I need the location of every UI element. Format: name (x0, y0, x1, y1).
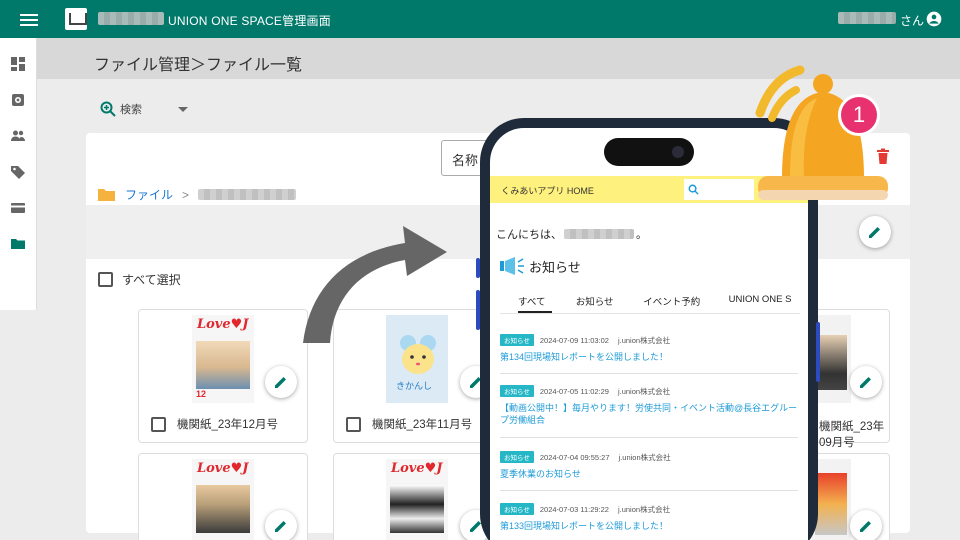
people-icon[interactable] (10, 128, 26, 144)
phone-side-button (476, 258, 480, 278)
redacted-member-name (564, 229, 634, 239)
page-title: ファイル管理＞ファイル一覧 (94, 57, 303, 74)
news-item[interactable]: お知らせ 2024-07-03 11:29:22 j.union株式会社 第133回… (500, 503, 798, 540)
phone-notch (604, 138, 694, 166)
file-name: 機関紙_23年09月号 (819, 421, 885, 449)
phone-tabs: すべて お知らせ イベント予約 UNION ONE S (500, 290, 800, 314)
magazine-logo: Love♥J (197, 461, 249, 476)
file-checkbox[interactable] (346, 416, 361, 432)
edit-button[interactable] (265, 510, 297, 540)
edit-button[interactable] (850, 510, 882, 540)
news-date: 2024-07-04 09:55:27 (539, 452, 610, 462)
bell-icon (755, 65, 888, 200)
news-item[interactable]: お知らせ 2024-07-05 11:02:29 j.union株式会社 【動画公開… (500, 385, 798, 438)
search-toggle[interactable]: 検索 (100, 101, 142, 117)
megaphone-icon (500, 257, 524, 275)
select-all-label: すべて選択 (122, 273, 181, 287)
edit-button[interactable] (265, 366, 297, 398)
tab-news[interactable]: お知らせ (576, 290, 620, 313)
file-thumbnail: Love♥J (192, 459, 254, 540)
redacted-org-name (98, 12, 164, 25)
phone-app-title: くみあいアプリ HOME (501, 186, 594, 196)
file-card[interactable]: Love♥J 12 機関紙_23年12月号 (138, 309, 308, 443)
account-icon[interactable] (926, 11, 942, 27)
news-date: 2024-07-09 11:03:02 (539, 335, 609, 345)
pencil-icon (860, 521, 871, 532)
pencil-icon (860, 377, 871, 388)
pencil-icon (275, 521, 286, 532)
tab-all[interactable]: すべて (518, 290, 552, 313)
menu-icon[interactable] (20, 11, 38, 27)
news-title-link[interactable]: 第134回現場知レポートを公開しました！ (500, 351, 798, 363)
news-date: 2024-07-03 11:29:22 (539, 504, 609, 514)
magazine-logo: Love♥J (391, 461, 443, 476)
news-source: j.union株式会社 (618, 452, 671, 462)
tab-event-booking[interactable]: イベント予約 (643, 290, 708, 313)
news-heading: お知らせ (500, 256, 581, 276)
news-title-link[interactable]: 第133回現場知レポートを公開しました！ (500, 520, 798, 532)
file-card-footer: 機関紙_23年12月号 (151, 416, 278, 432)
phone-side-button (816, 322, 820, 382)
breadcrumb: ファイル > (98, 186, 297, 203)
zoom-in-icon (100, 101, 116, 117)
news-item[interactable]: お知らせ 2024-07-09 11:03:02 j.union株式会社 第134回… (500, 334, 798, 374)
search-icon (688, 184, 699, 195)
card-icon[interactable] (10, 200, 26, 216)
news-badge: お知らせ (500, 451, 534, 463)
top-app-bar: UNION ONE SPACE管理画面 さん (0, 0, 960, 38)
file-thumbnail: Love♥J (386, 459, 448, 540)
file-card[interactable]: Love♥J (138, 453, 308, 540)
news-title-link[interactable]: 夏季休業のお知らせ (500, 468, 798, 480)
edit-button[interactable] (850, 366, 882, 398)
file-name: 機関紙_23年12月号 (177, 419, 278, 431)
user-suffix: さん (900, 14, 925, 28)
curved-arrow-icon (303, 226, 447, 343)
news-badge: お知らせ (500, 503, 534, 515)
sidebar (0, 38, 37, 310)
folder-icon[interactable] (10, 236, 26, 252)
redacted-folder-name (198, 189, 297, 200)
file-card[interactable]: Love♥J (333, 453, 503, 540)
folder-icon (98, 189, 115, 201)
news-date: 2024-07-05 11:02:29 (539, 386, 609, 396)
dashboard-icon[interactable] (10, 56, 26, 72)
news-source: j.union株式会社 (617, 386, 671, 396)
news-title-link[interactable]: 【動画公開中！】毎月やります！労使共同・イベント活動@長谷エグループ労働組合 (500, 402, 798, 426)
select-all-row: すべて選択 (98, 271, 181, 288)
pencil-icon (275, 377, 286, 388)
news-badge: お知らせ (500, 385, 534, 397)
tag-icon[interactable] (10, 164, 26, 180)
select-all-checkbox[interactable] (98, 272, 113, 287)
phone-side-button (476, 290, 480, 330)
mascot-text: きかんし (396, 381, 433, 391)
news-badge: お知らせ (500, 334, 534, 346)
breadcrumb-separator: > (182, 187, 190, 202)
app-title: UNION ONE SPACE管理画面 (168, 14, 331, 28)
magazine-logo: Love♥J (197, 317, 249, 332)
chevron-down-icon[interactable] (178, 107, 188, 112)
breadcrumb-root-link[interactable]: ファイル (125, 186, 173, 203)
tab-union-one-space[interactable]: UNION ONE S (729, 290, 800, 313)
news-item[interactable]: お知らせ 2024-07-04 09:55:27 j.union株式会社 夏季休業の… (500, 451, 798, 491)
app-logo (65, 8, 87, 30)
redacted-user-name (838, 12, 896, 24)
file-name: 機関紙_23年11月号 (372, 419, 473, 431)
news-source: j.union株式会社 (617, 504, 671, 514)
phone-greeting: こんにちは、 。 (496, 229, 647, 241)
file-thumbnail: Love♥J 12 (192, 315, 254, 403)
news-source: j.union株式会社 (617, 335, 671, 345)
file-checkbox[interactable] (151, 416, 166, 432)
search-label: 検索 (120, 104, 142, 116)
notification-badge: 1 (838, 94, 880, 136)
file-card-footer: 機関紙_23年11月号 (346, 416, 472, 432)
settings-icon[interactable] (10, 92, 26, 108)
